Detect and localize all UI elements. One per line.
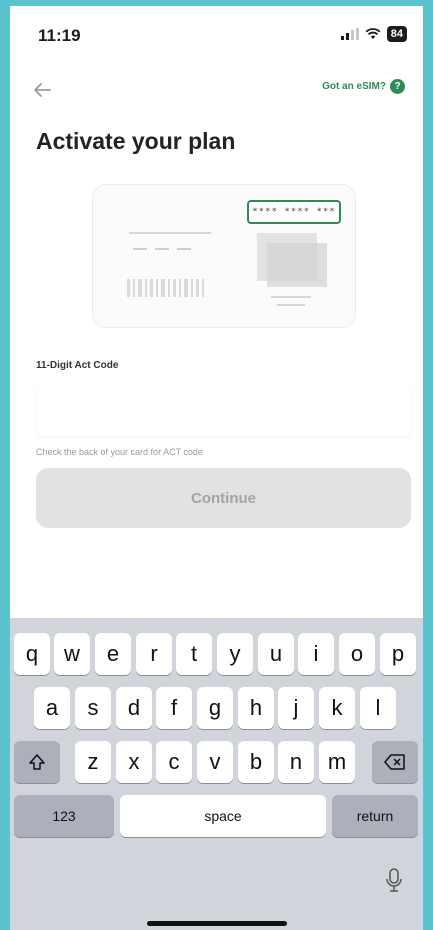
key-l[interactable]: l: [360, 687, 396, 729]
status-bar: 11:19 84: [10, 6, 423, 58]
key-e[interactable]: e: [95, 633, 131, 675]
continue-button[interactable]: Continue: [36, 468, 411, 528]
key-n[interactable]: n: [278, 741, 314, 783]
mic-icon[interactable]: [385, 868, 403, 894]
card-illustration: **** **** ***: [92, 184, 356, 328]
key-p[interactable]: p: [380, 633, 416, 675]
key-x[interactable]: x: [116, 741, 152, 783]
numbers-key[interactable]: 123: [14, 795, 114, 837]
key-g[interactable]: g: [197, 687, 233, 729]
key-s[interactable]: s: [75, 687, 111, 729]
act-code-sample: **** **** ***: [247, 200, 341, 224]
act-code-label: 11-Digit Act Code: [36, 360, 119, 371]
act-code-helper: Check the back of your card for ACT code: [36, 447, 203, 457]
phone-screen: 11:19 84 Got an eSIM? ? Activate your pl…: [10, 6, 423, 930]
home-indicator: [147, 921, 287, 926]
key-r[interactable]: r: [136, 633, 172, 675]
status-icons: 84: [340, 26, 407, 42]
space-key[interactable]: space: [120, 795, 326, 837]
status-time: 11:19: [38, 26, 81, 45]
key-d[interactable]: d: [116, 687, 152, 729]
back-arrow-icon[interactable]: [30, 78, 54, 102]
shift-icon: [29, 754, 45, 770]
key-q[interactable]: q: [14, 633, 50, 675]
key-i[interactable]: i: [298, 633, 334, 675]
key-a[interactable]: a: [34, 687, 70, 729]
backspace-key[interactable]: [372, 741, 418, 783]
key-z[interactable]: z: [75, 741, 111, 783]
key-v[interactable]: v: [197, 741, 233, 783]
key-m[interactable]: m: [319, 741, 355, 783]
key-h[interactable]: h: [238, 687, 274, 729]
signal-icon: [340, 28, 359, 40]
key-b[interactable]: b: [238, 741, 274, 783]
key-c[interactable]: c: [156, 741, 192, 783]
wifi-icon: [365, 28, 381, 39]
help-icon[interactable]: ?: [390, 79, 405, 94]
key-o[interactable]: o: [339, 633, 375, 675]
backspace-icon: [384, 754, 405, 770]
key-f[interactable]: f: [156, 687, 192, 729]
key-y[interactable]: y: [217, 633, 253, 675]
return-key[interactable]: return: [332, 795, 418, 837]
shift-key[interactable]: [14, 741, 60, 783]
page-title: Activate your plan: [36, 128, 236, 154]
act-code-input[interactable]: [36, 384, 411, 436]
key-j[interactable]: j: [278, 687, 314, 729]
key-u[interactable]: u: [258, 633, 294, 675]
got-esim-link[interactable]: Got an eSIM? ?: [322, 79, 405, 94]
key-w[interactable]: w: [54, 633, 90, 675]
battery-icon: 84: [386, 26, 407, 42]
got-esim-label[interactable]: Got an eSIM?: [322, 81, 386, 92]
keyboard: q w e r t y u i o p a s d f g h j k l z …: [10, 618, 423, 930]
key-t[interactable]: t: [176, 633, 212, 675]
key-k[interactable]: k: [319, 687, 355, 729]
